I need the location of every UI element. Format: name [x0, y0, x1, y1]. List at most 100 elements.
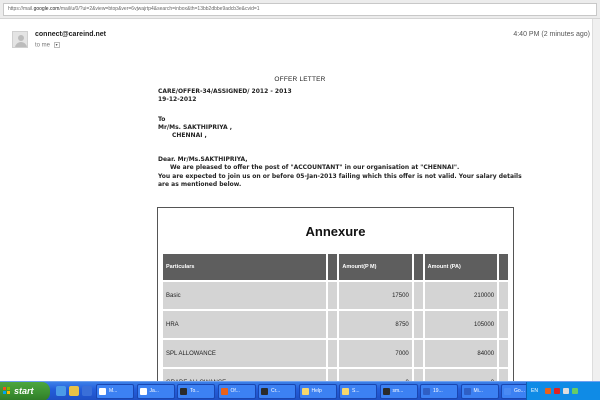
- annexure-box: Annexure Particulars Amount(P M) Amount …: [157, 207, 514, 387]
- letter-greeting: Dear. Mr/Ms.SAKTHIPRIYA,: [158, 156, 248, 163]
- windows-logo-icon: [3, 387, 11, 395]
- window-label: sm...: [392, 388, 404, 394]
- window-label: Go...: [514, 388, 525, 394]
- recipient-label: to me: [35, 42, 51, 49]
- letter-paragraph-3: are as mentioned below.: [158, 181, 242, 188]
- sender-address[interactable]: connect@careind.net: [35, 31, 106, 38]
- window-app-icon: [504, 388, 511, 395]
- letter-city: CHENNAI ,: [172, 132, 207, 139]
- browser-url-bar: https://mail.google.com/mail/u/0/?ui=2&v…: [0, 0, 600, 19]
- taskbar: start M... Ja... To... Of... Cr... Help S... sm…: [0, 381, 600, 400]
- table-cell-particular: SPL ALLOWANCE: [163, 340, 327, 367]
- column-header: Amount(P M): [339, 254, 412, 280]
- taskbar-window-button[interactable]: M...: [96, 384, 134, 399]
- url-path: /mail/u/0/?ui=2&view=btop&ver=6vjwajrtp4…: [59, 6, 260, 12]
- window-label: Mi...: [473, 388, 483, 394]
- taskbar-window-button[interactable]: Mi...: [460, 384, 499, 399]
- show-desktop-icon[interactable]: [69, 386, 79, 396]
- table-row: SPL ALLOWANCE 7000 84000: [163, 340, 508, 367]
- window-app-icon: [261, 388, 268, 395]
- window-app-icon: [139, 388, 147, 395]
- window-label: 19...: [433, 388, 443, 394]
- window-app-icon: [220, 388, 228, 395]
- vertical-scrollbar[interactable]: [592, 19, 600, 381]
- cell-spacer: [413, 282, 423, 309]
- table-header-row: Particulars Amount(P M) Amount (PA): [163, 254, 508, 280]
- column-header: Amount (PA): [424, 254, 498, 280]
- window-app-icon: [301, 388, 309, 395]
- table-cell-amount-pm: 7000: [339, 340, 412, 367]
- salary-table: Particulars Amount(P M) Amount (PA) Basi…: [161, 252, 510, 386]
- window-app-icon: [99, 388, 106, 395]
- tray-app-icon[interactable]: [545, 388, 551, 394]
- table-cell-amount-pa: 210000: [424, 282, 498, 309]
- cell-spacer: [499, 282, 508, 309]
- table-cell-amount-pa: 105000: [424, 311, 498, 338]
- cell-spacer: [413, 340, 423, 367]
- table-row: HRA 8750 105000: [163, 311, 508, 338]
- url-input[interactable]: https://mail.google.com/mail/u/0/?ui=2&v…: [3, 3, 597, 16]
- sender-avatar: [12, 31, 28, 48]
- letter-to: To: [158, 116, 166, 123]
- letter-paragraph-1: We are pleased to offer the post of "ACC…: [170, 164, 460, 171]
- url-prefix: https://mail.: [8, 6, 34, 12]
- tray-security-icon[interactable]: [554, 388, 560, 394]
- show-details-icon[interactable]: ▾: [53, 42, 60, 48]
- cell-spacer: [499, 340, 508, 367]
- table-row: Basic 17500 210000: [163, 282, 508, 309]
- table-cell-particular: Basic: [163, 282, 327, 309]
- window-app-icon: [342, 388, 349, 395]
- window-app-icon: [423, 388, 430, 395]
- column-spacer: [413, 254, 423, 280]
- system-tray: EN: [526, 382, 600, 400]
- ie-quicklaunch-icon[interactable]: [56, 386, 66, 396]
- column-header: Particulars: [163, 254, 327, 280]
- window-label: Of...: [230, 388, 240, 394]
- letter-title: OFFER LETTER: [274, 76, 326, 83]
- cell-spacer: [328, 340, 338, 367]
- url-domain: google.com: [33, 6, 60, 12]
- taskbar-window-button[interactable]: 19...: [420, 384, 458, 399]
- media-quicklaunch-icon[interactable]: [82, 386, 92, 396]
- cell-spacer: [328, 282, 338, 309]
- window-label: Help: [311, 388, 322, 394]
- message-timestamp: 4:40 PM (2 minutes ago): [513, 31, 590, 38]
- taskbar-window-button[interactable]: sm...: [379, 384, 418, 399]
- letter-date: 19-12-2012: [158, 96, 197, 103]
- taskbar-window-button[interactable]: Ja...: [136, 384, 175, 399]
- table-cell-amount-pa: 84000: [424, 340, 498, 367]
- taskbar-window-button[interactable]: S...: [339, 384, 377, 399]
- column-spacer: [328, 254, 338, 280]
- letter-reference: CARE/OFFER-34/ASSIGNED/ 2012 - 2013: [158, 88, 292, 95]
- cell-spacer: [499, 311, 508, 338]
- table-cell-amount-pm: 17500: [339, 282, 412, 309]
- table-cell-amount-pm: 8750: [339, 311, 412, 338]
- taskbar-window-button[interactable]: Cr...: [258, 384, 296, 399]
- tray-volume-icon[interactable]: [572, 388, 578, 394]
- table-cell-particular: HRA: [163, 311, 327, 338]
- recipient-line: to me ▾: [35, 42, 60, 49]
- window-label: Ja...: [149, 388, 159, 394]
- window-app-icon: [463, 388, 471, 395]
- start-label: start: [14, 386, 34, 396]
- window-app-icon: [180, 388, 187, 395]
- letter-paragraph-2: You are expected to join us on or before…: [158, 173, 522, 180]
- window-label: M...: [109, 388, 118, 394]
- language-indicator[interactable]: EN: [531, 388, 538, 394]
- cell-spacer: [328, 311, 338, 338]
- annexure-title: Annexure: [305, 224, 366, 239]
- letter-recipient: Mr/Ms. SAKTHIPRIYA ,: [158, 124, 233, 131]
- window-label: S...: [352, 388, 360, 394]
- window-label: To...: [190, 388, 200, 394]
- tray-network-icon[interactable]: [563, 388, 569, 394]
- avatar-head-shape: [18, 35, 24, 41]
- taskbar-window-button[interactable]: Help: [298, 384, 337, 399]
- start-button[interactable]: start: [0, 382, 50, 400]
- column-spacer: [499, 254, 508, 280]
- taskbar-window-button[interactable]: To...: [177, 384, 215, 399]
- window-app-icon: [382, 388, 390, 395]
- cell-spacer: [413, 311, 423, 338]
- window-label: Cr...: [271, 388, 281, 394]
- taskbar-window-button[interactable]: Of...: [217, 384, 256, 399]
- avatar-body-shape: [15, 42, 27, 47]
